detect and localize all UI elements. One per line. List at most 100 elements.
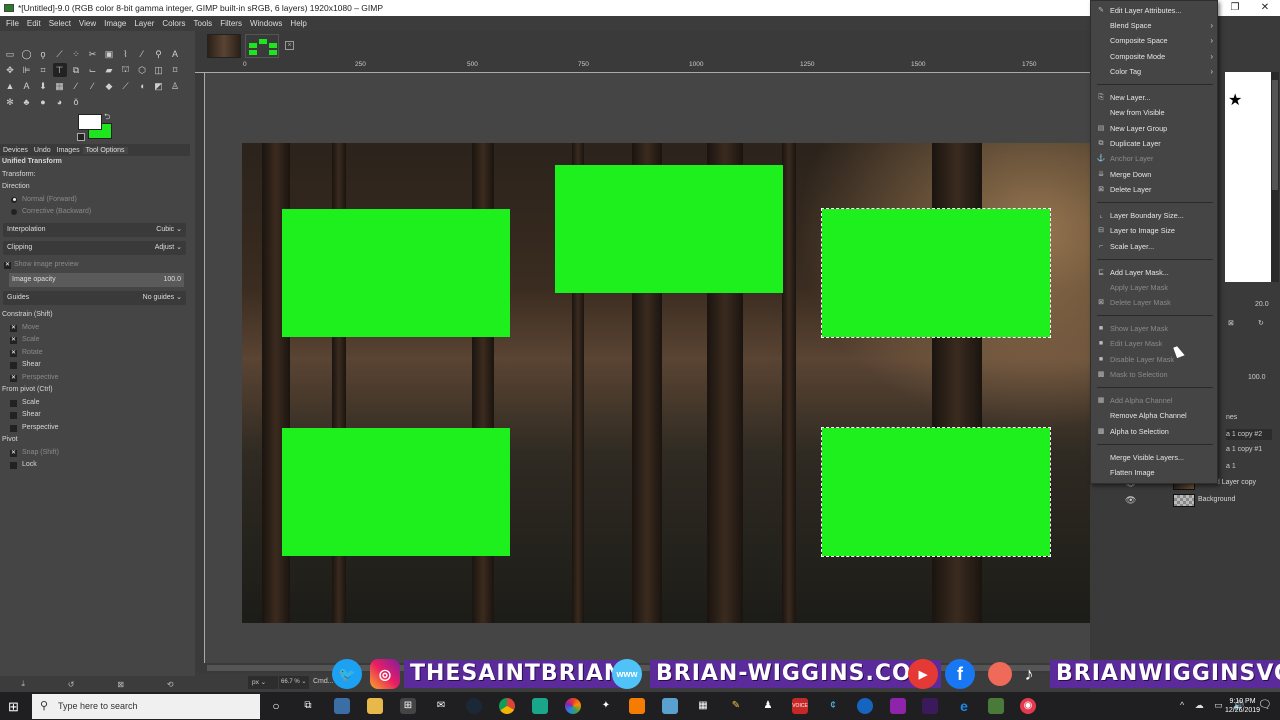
menu-help[interactable]: Help <box>286 19 310 28</box>
image-opacity-slider[interactable]: Image opacity 100.0 <box>9 273 184 287</box>
pencil-icon[interactable]: ∕ <box>69 79 83 93</box>
default-colors-icon[interactable] <box>77 133 85 141</box>
transform-icon[interactable]: ⌑ <box>168 63 182 77</box>
unified-transform-icon[interactable]: ⊤ <box>52 63 67 77</box>
airbrush-icon[interactable]: ⟋ <box>119 79 133 93</box>
save-options-icon[interactable]: ⤓ <box>21 679 25 689</box>
constrain-scale-checkbox[interactable]: ✕ Scale <box>0 334 190 347</box>
pivot-shear-checkbox[interactable]: Shear <box>0 409 190 422</box>
3d-transform-icon[interactable]: ⬡ <box>135 63 149 77</box>
warp-transform-icon[interactable]: ⧉ <box>69 63 83 77</box>
menu-item-alpha-to-selection[interactable]: ▩ Alpha to Selection <box>1091 424 1217 439</box>
mypaint-icon[interactable]: ◩ <box>152 79 166 93</box>
clipping-dropdown[interactable]: Clipping Adjust ⌄ <box>3 240 186 255</box>
app-icon[interactable]: ◉ <box>1020 698 1036 714</box>
dodge-icon[interactable]: ♣ <box>20 95 34 109</box>
restore-options-icon[interactable]: ↺ <box>68 680 75 689</box>
reset-options-icon[interactable]: ⟲ <box>167 680 174 689</box>
menu-item-layer-boundary-size[interactable]: ⌞ Layer Boundary Size... <box>1091 208 1217 223</box>
burn-icon[interactable]: ǒ <box>69 95 83 109</box>
pivot-perspective-checkbox[interactable]: Perspective <box>0 422 190 435</box>
blend-icon[interactable]: ▦ <box>53 79 67 93</box>
color-select-icon[interactable]: ⁘ <box>69 47 83 61</box>
menu-edit[interactable]: Edit <box>23 19 45 28</box>
menu-layer[interactable]: Layer <box>130 19 158 28</box>
smudge-icon[interactable]: ✻ <box>3 95 17 109</box>
photos-icon[interactable] <box>565 698 581 714</box>
steam-icon[interactable] <box>466 698 482 714</box>
refresh-brushes-icon[interactable]: ⊠ <box>1228 319 1234 327</box>
menu-item-add-layer-mask[interactable]: ⊑ Add Layer Mask... <box>1091 265 1217 280</box>
reload-icon[interactable]: ↻ <box>1258 319 1264 327</box>
calculator-icon[interactable]: ▦ <box>695 698 711 714</box>
layer-row-selected[interactable]: a 1 copy #2 <box>1226 429 1273 440</box>
ink-icon[interactable]: ◖ <box>135 79 149 93</box>
align-icon[interactable]: ⊫ <box>20 63 34 77</box>
eraser-icon[interactable]: ◆ <box>102 79 116 93</box>
cortana-icon[interactable]: ○ <box>268 698 284 714</box>
app-icon[interactable] <box>922 698 938 714</box>
zoom-select[interactable]: 66.7 % ⌄ <box>279 676 309 689</box>
sharpen-icon[interactable]: ◕ <box>53 95 67 109</box>
cage-icon[interactable]: ⛫ <box>119 63 133 77</box>
text-icon[interactable]: A <box>20 79 34 93</box>
blur-icon[interactable]: ● <box>36 95 50 109</box>
taskbar-search[interactable]: ⚲ Type here to search <box>32 694 260 719</box>
app-icon[interactable] <box>662 698 678 714</box>
menu-item-scale-layer[interactable]: ⌐ Scale Layer... <box>1091 239 1217 254</box>
perspective-icon[interactable]: ▰ <box>102 63 116 77</box>
menu-item-flatten-image[interactable]: Flatten Image <box>1091 465 1217 480</box>
menu-item-color-tag[interactable]: Color Tag › <box>1091 64 1217 79</box>
app-icon[interactable]: ¢ <box>825 698 841 714</box>
ellipse-select-icon[interactable]: ◯ <box>20 47 34 61</box>
edge-icon[interactable]: e <box>956 698 972 714</box>
task-view-icon[interactable]: ⧉ <box>300 698 316 714</box>
foreground-select-icon[interactable]: ▣ <box>102 47 116 61</box>
menu-item-merge-down[interactable]: ⇊ Merge Down <box>1091 167 1217 182</box>
layer-row[interactable]: a 1 <box>1226 463 1236 470</box>
measure-icon[interactable]: A <box>168 47 182 61</box>
menu-view[interactable]: View <box>75 19 100 28</box>
app-icon[interactable] <box>890 698 906 714</box>
menu-tools[interactable]: Tools <box>190 19 217 28</box>
pivot-snap-checkbox[interactable]: ✕ Snap (Shift) <box>0 447 190 460</box>
tab-devices[interactable]: Devices <box>0 147 31 154</box>
tab-images[interactable]: Images <box>54 147 83 154</box>
tab-undo[interactable]: Undo <box>31 147 54 154</box>
paths-icon[interactable]: ⌇ <box>119 47 133 61</box>
menu-item-edit-layer-attributes[interactable]: ✎ Edit Layer Attributes... <box>1091 3 1217 18</box>
layer-row[interactable]: a 1 copy #1 <box>1226 446 1262 453</box>
app-icon[interactable]: ♟ <box>760 698 776 714</box>
menu-file[interactable]: File <box>2 19 23 28</box>
clock[interactable]: 9:10 PM 12/26/2019 <box>1225 697 1260 715</box>
unit-select[interactable]: px ⌄ <box>248 676 278 689</box>
paintbrush-icon[interactable]: ∕ <box>86 79 100 93</box>
app-icon[interactable]: ✦ <box>598 698 614 714</box>
image-tab-forest[interactable] <box>207 34 241 58</box>
menu-item-show-layer-mask[interactable]: ■ Show Layer Mask <box>1091 321 1217 336</box>
pivot-lock-checkbox[interactable]: Lock <box>0 459 190 472</box>
fuzzy-select-icon[interactable]: ⟋ <box>53 47 67 61</box>
outlook-icon[interactable] <box>334 698 350 714</box>
menu-item-layer-to-image-size[interactable]: ⊟ Layer to Image Size <box>1091 223 1217 238</box>
menu-item-add-alpha-channel[interactable]: ▦ Add Alpha Channel <box>1091 393 1217 408</box>
restore-icon[interactable]: ❐ <box>1220 0 1250 16</box>
constrain-perspective-checkbox[interactable]: ✕ Perspective <box>0 372 190 385</box>
menu-item-new-layer-group[interactable]: ▤ New Layer Group <box>1091 121 1217 136</box>
menu-windows[interactable]: Windows <box>246 19 286 28</box>
menu-item-delete-layer[interactable]: ⊠ Delete Layer <box>1091 182 1217 197</box>
flip-icon[interactable]: ◫ <box>152 63 166 77</box>
handle-transform-icon[interactable]: ⌙ <box>86 63 100 77</box>
chrome-icon[interactable] <box>499 698 515 714</box>
menu-colors[interactable]: Colors <box>158 19 189 28</box>
constrain-shear-checkbox[interactable]: Shear <box>0 359 190 372</box>
direction-corrective-radio[interactable]: Corrective (Backward) <box>0 206 190 219</box>
constrain-move-checkbox[interactable]: ✕ Move <box>0 322 190 335</box>
menu-item-blend-space[interactable]: Blend Space › <box>1091 18 1217 33</box>
menu-item-disable-layer-mask[interactable]: ■ Disable Layer Mask <box>1091 352 1217 367</box>
show-preview-checkbox[interactable]: ✕ Show image preview <box>0 259 190 272</box>
menu-image[interactable]: Image <box>100 19 130 28</box>
menu-item-composite-space[interactable]: Composite Space › <box>1091 33 1217 48</box>
delete-options-icon[interactable]: ⊠ <box>117 680 124 689</box>
guides-dropdown[interactable]: Guides No guides ⌄ <box>3 291 186 305</box>
